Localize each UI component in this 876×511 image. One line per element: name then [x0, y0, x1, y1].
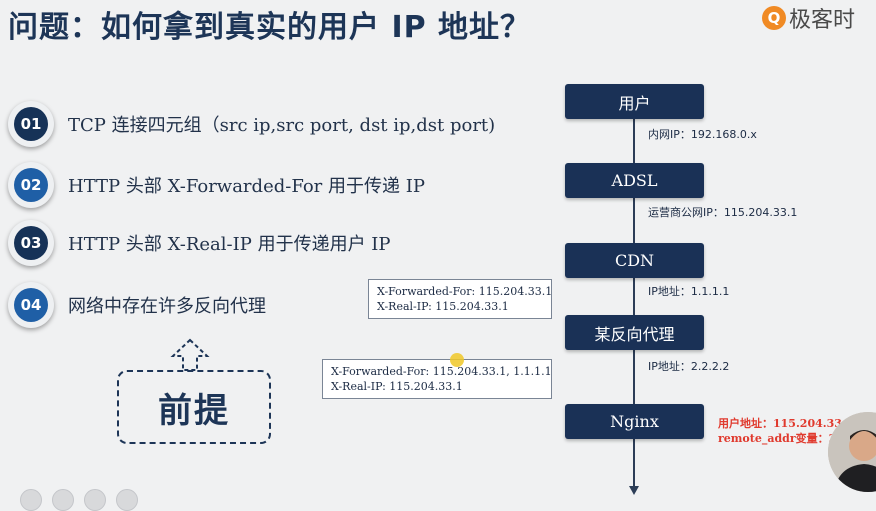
- point-01: 01 TCP 连接四元组（src ip,src port, dst ip,dst…: [8, 101, 495, 147]
- point-number: 03: [14, 226, 48, 260]
- node-adsl: ADSL: [565, 163, 704, 198]
- edge-label-proxy-ip: IP地址：2.2.2.2: [648, 360, 730, 373]
- nav-dot[interactable]: [116, 489, 138, 511]
- point-number: 01: [14, 107, 48, 141]
- point-badge: 01: [8, 101, 54, 147]
- logo-text: 极客时: [789, 8, 856, 33]
- xri-header: X-Real-IP: 115.204.33.1: [377, 300, 509, 313]
- xff-header: X-Forwarded-For: 115.204.33.1: [377, 285, 553, 298]
- point-badge: 04: [8, 282, 54, 328]
- up-arrow-icon: [170, 338, 210, 371]
- point-badge: 02: [8, 162, 54, 208]
- point-04: 04 网络中存在许多反向代理: [8, 282, 266, 328]
- node-reverse-proxy: 某反向代理: [565, 315, 704, 350]
- point-02: 02 HTTP 头部 X-Forwarded-For 用于传递 IP: [8, 162, 425, 208]
- logo: Q 极客时: [762, 2, 855, 34]
- slide-nav-dots: [20, 489, 138, 511]
- flow-arrow-icon: [629, 486, 639, 495]
- nav-dot[interactable]: [52, 489, 74, 511]
- point-label: HTTP 头部 X-Real-IP 用于传递用户 IP: [68, 234, 391, 255]
- node-cdn: CDN: [565, 243, 704, 278]
- xri-header: X-Real-IP: 115.204.33.1: [331, 380, 463, 393]
- header-box-2: X-Forwarded-For: 115.204.33.1, 1.1.1.1 X…: [322, 359, 552, 399]
- nav-dot[interactable]: [20, 489, 42, 511]
- pointer-cursor-icon: [450, 353, 464, 367]
- geektime-logo-icon: Q: [762, 6, 786, 30]
- edge-label-cdn-ip: IP地址：1.1.1.1: [648, 285, 730, 298]
- nav-dot[interactable]: [84, 489, 106, 511]
- point-03: 03 HTTP 头部 X-Real-IP 用于传递用户 IP: [8, 220, 391, 266]
- point-label: 网络中存在许多反向代理: [68, 296, 266, 317]
- slide-title: 问题：如何拿到真实的用户 IP 地址？: [8, 10, 532, 45]
- header-box-1: X-Forwarded-For: 115.204.33.1 X-Real-IP:…: [368, 279, 552, 319]
- edge-label-isp: 运营商公网IP：115.204.33.1: [648, 206, 798, 219]
- point-number: 04: [14, 288, 48, 322]
- xff-header: X-Forwarded-For: 115.204.33.1, 1.1.1.1: [331, 365, 552, 378]
- nginx-user-address: 用户地址：115.204.33.1: [718, 417, 854, 430]
- edge-label-lan: 内网IP：192.168.0.x: [648, 128, 757, 141]
- point-label: TCP 连接四元组（src ip,src port, dst ip,dst po…: [68, 115, 496, 136]
- point-label: HTTP 头部 X-Forwarded-For 用于传递 IP: [68, 176, 425, 197]
- point-number: 02: [14, 168, 48, 202]
- node-nginx: Nginx: [565, 404, 704, 439]
- node-user: 用户: [565, 84, 704, 119]
- premise-box: 前提: [117, 370, 271, 444]
- point-badge: 03: [8, 220, 54, 266]
